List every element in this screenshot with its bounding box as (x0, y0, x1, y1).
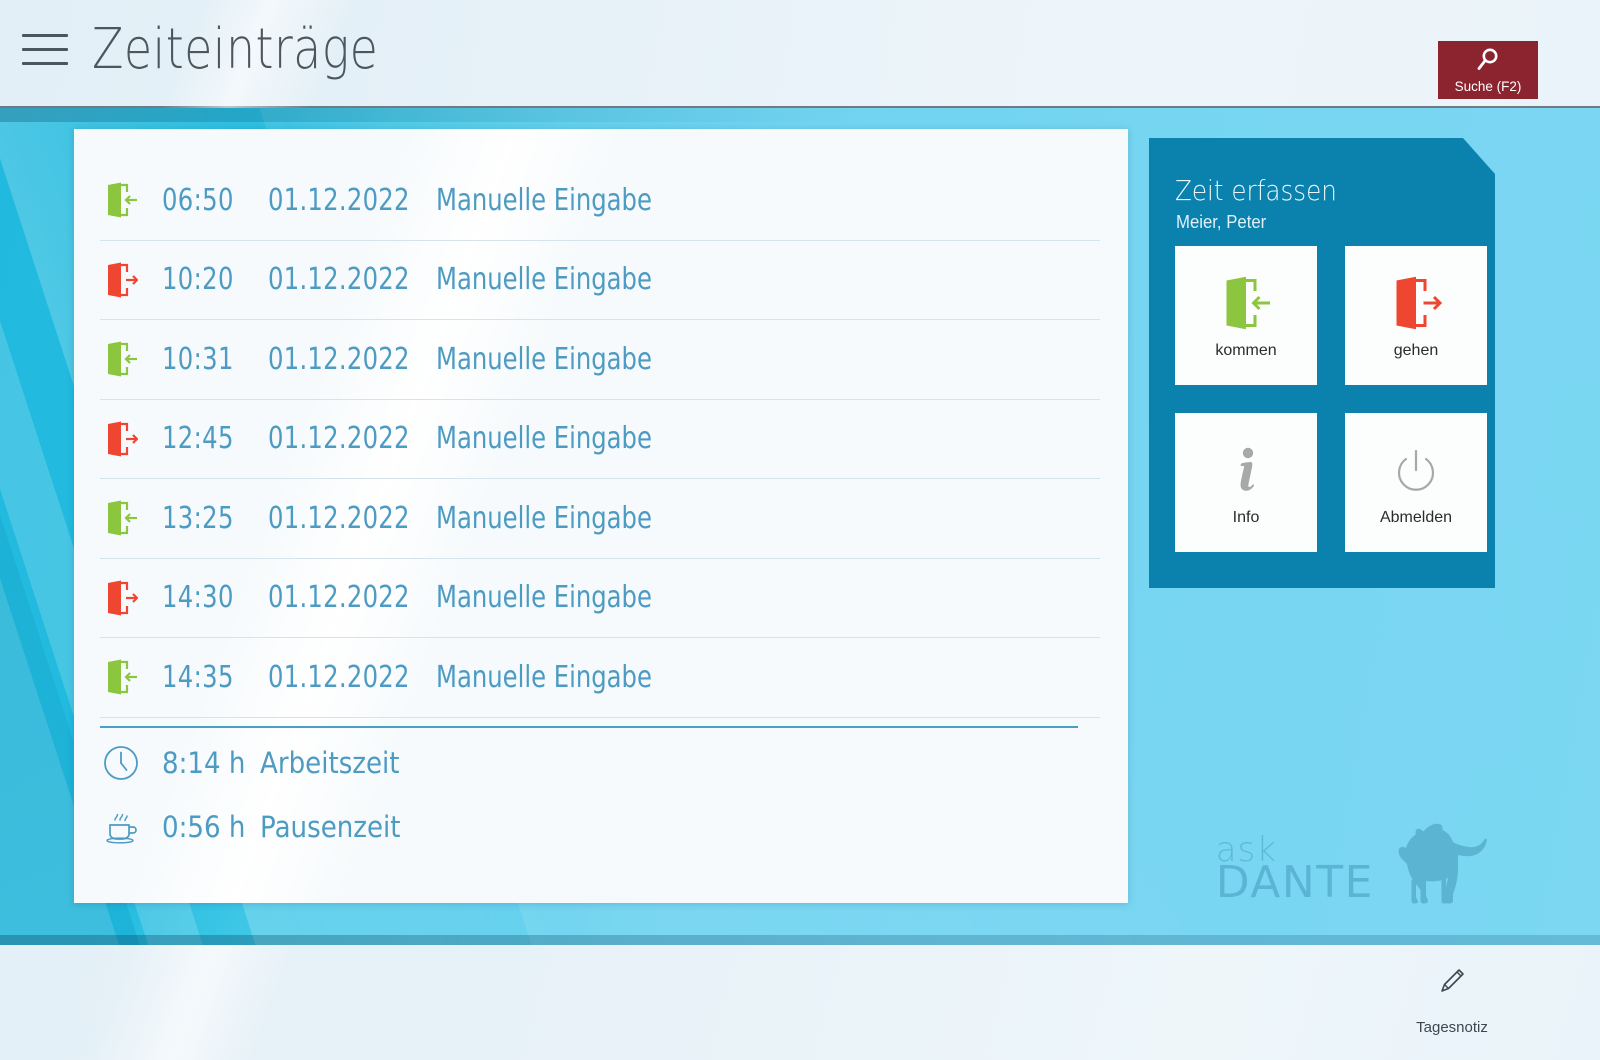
entry-date: 01.12.2022 (268, 182, 410, 218)
table-row[interactable]: 10:31 01.12.2022 Manuelle Eingabe (100, 320, 1100, 400)
door-enter-icon (100, 182, 162, 218)
power-icon (1391, 439, 1441, 497)
hamburger-bar (22, 62, 68, 65)
info-button[interactable]: Info (1175, 413, 1317, 552)
panel-title: Zeit erfassen (1175, 174, 1337, 207)
entry-time: 13:25 (162, 500, 234, 536)
panel-tiles: kommen gehen Info Abmelden (1175, 246, 1487, 552)
entry-source: Manuelle Eingabe (436, 659, 652, 695)
search-icon (1475, 47, 1501, 78)
worktime-label: Arbeitszeit (260, 745, 400, 780)
entry-time: 06:50 (162, 182, 234, 218)
bg-band (0, 935, 1600, 945)
entry-date: 01.12.2022 (268, 659, 410, 695)
entry-time: 14:30 (162, 580, 234, 616)
coffee-icon (100, 808, 162, 846)
kommen-button[interactable]: kommen (1175, 246, 1317, 385)
main-area: ask DANTE 06:50 01.12.2022 Manuelle Eing… (0, 108, 1600, 945)
door-enter-icon (100, 500, 162, 536)
bg-band (0, 108, 1600, 122)
dog-silhouette-icon (1368, 818, 1488, 909)
table-row[interactable]: 12:45 01.12.2022 Manuelle Eingabe (100, 400, 1100, 479)
entry-source: Manuelle Eingabe (436, 341, 652, 377)
tagesnotiz-label: Tagesnotiz (1416, 1019, 1488, 1036)
entry-source: Manuelle Eingabe (436, 580, 652, 616)
door-exit-icon (1390, 272, 1442, 330)
entry-date: 01.12.2022 (268, 421, 410, 457)
breaktime-value: 0:56 h (162, 809, 246, 844)
table-row[interactable]: 06:50 01.12.2022 Manuelle Eingabe (100, 161, 1100, 241)
panel-user-name: Meier, Peter (1176, 212, 1267, 232)
summary-divider (100, 725, 1078, 728)
watermark-text: ask DANTE (1215, 830, 1374, 908)
app-footer: Tagesnotiz (0, 945, 1600, 1060)
door-enter-icon (1220, 272, 1272, 330)
app-header: Zeiteinträge Suche (F2) (0, 0, 1600, 108)
hamburger-menu-icon[interactable] (22, 34, 68, 72)
summary-row-worktime: 8:14 h Arbeitszeit (100, 734, 1100, 792)
table-row[interactable]: 14:30 01.12.2022 Manuelle Eingabe (100, 559, 1100, 638)
door-exit-icon (100, 262, 162, 298)
search-button[interactable]: Suche (F2) (1438, 41, 1538, 99)
gehen-button[interactable]: gehen (1345, 246, 1487, 385)
watermark-dante: DANTE (1215, 856, 1374, 908)
entry-source: Manuelle Eingabe (436, 421, 652, 457)
door-enter-icon (100, 341, 162, 377)
gehen-label: gehen (1393, 341, 1439, 359)
abmelden-label: Abmelden (1379, 508, 1453, 526)
door-enter-icon (100, 659, 162, 695)
entry-source: Manuelle Eingabe (436, 262, 652, 298)
search-button-label: Suche (F2) (1454, 78, 1522, 94)
worktime-value: 8:14 h (162, 745, 246, 780)
door-exit-icon (100, 580, 162, 616)
page-title: Zeiteinträge (92, 17, 379, 82)
summary-row-breaktime: 0:56 h Pausenzeit (100, 798, 1100, 856)
pencil-icon (1435, 964, 1469, 1003)
abmelden-button[interactable]: Abmelden (1345, 413, 1487, 552)
tagesnotiz-button[interactable]: Tagesnotiz (1392, 955, 1512, 1045)
hamburger-bar (22, 34, 68, 37)
breaktime-label: Pausenzeit (260, 809, 401, 844)
table-row[interactable]: 10:20 01.12.2022 Manuelle Eingabe (100, 241, 1100, 320)
time-capture-panel: Zeit erfassen Meier, Peter kommen gehen … (1149, 138, 1495, 588)
hamburger-bar (22, 48, 68, 51)
entry-date: 01.12.2022 (268, 262, 410, 298)
entry-time: 12:45 (162, 421, 234, 457)
info-icon (1229, 439, 1263, 497)
entry-time: 14:35 (162, 659, 234, 695)
entry-date: 01.12.2022 (268, 341, 410, 377)
clock-icon (100, 744, 162, 782)
app-root: Zeiteinträge Suche (F2) ask DANTE 06:50 … (0, 0, 1600, 1060)
table-row[interactable]: 14:35 01.12.2022 Manuelle Eingabe (100, 638, 1100, 718)
door-exit-icon (100, 421, 162, 457)
entry-time: 10:20 (162, 262, 234, 298)
askdante-watermark: ask DANTE (1216, 818, 1488, 909)
table-row[interactable]: 13:25 01.12.2022 Manuelle Eingabe (100, 479, 1100, 559)
kommen-label: kommen (1215, 341, 1277, 359)
time-entries-card: 06:50 01.12.2022 Manuelle Eingabe 10:20 … (74, 129, 1128, 903)
watermark-ask: ask (1215, 830, 1277, 871)
entry-source: Manuelle Eingabe (436, 182, 652, 218)
entry-source: Manuelle Eingabe (436, 500, 652, 536)
info-label: Info (1232, 508, 1260, 526)
time-entries-list: 06:50 01.12.2022 Manuelle Eingabe 10:20 … (100, 161, 1100, 856)
entry-date: 01.12.2022 (268, 580, 410, 616)
entry-time: 10:31 (162, 341, 234, 377)
entry-date: 01.12.2022 (268, 500, 410, 536)
